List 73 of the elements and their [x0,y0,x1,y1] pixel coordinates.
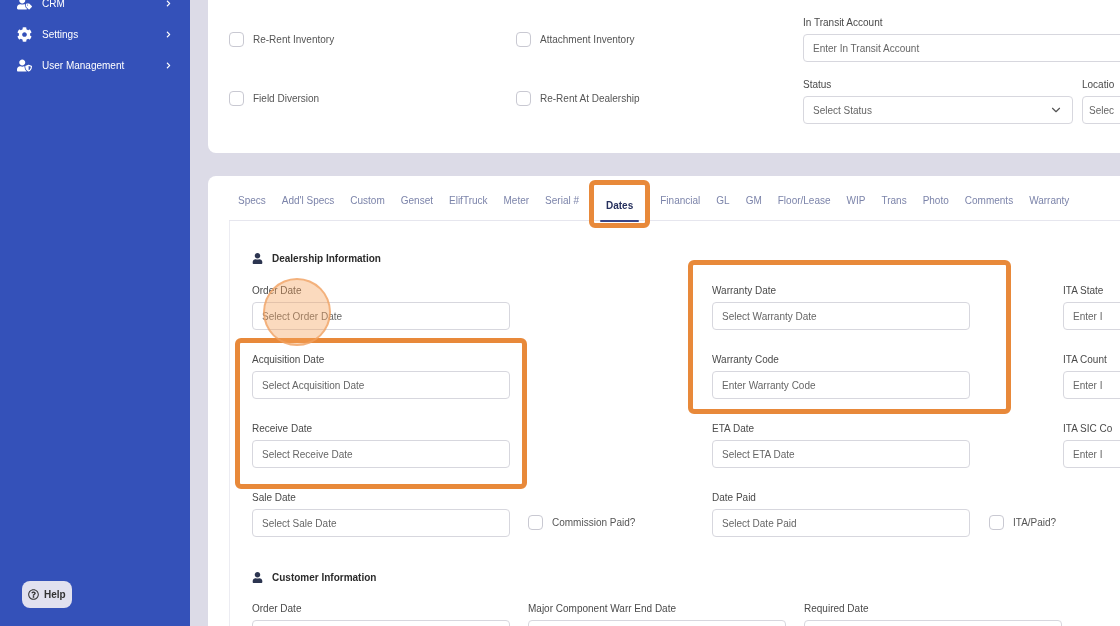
tab[interactable]: Photo [914,180,957,220]
checkbox-label: Attachment Inventory [540,33,635,47]
checkbox[interactable] [229,90,244,106]
input-field[interactable]: Select Date Paid [712,509,970,537]
chevron-right-icon [165,0,172,7]
input-field[interactable]: Enter I [1063,371,1120,399]
input-field[interactable]: Select ETA Date [712,440,970,468]
field-label: Acquisition Date [252,353,326,367]
field-label: ETA Date [712,422,756,436]
checkbox-label: Commission Paid? [552,516,636,530]
input-field[interactable]: Selec [1082,96,1120,124]
sidebar-item-icon [17,26,32,42]
field-label: Warranty Date [712,284,778,298]
sidebar-item[interactable]: User Management [0,56,190,74]
checkbox[interactable] [516,90,531,106]
section-title: Customer Information [272,570,377,585]
tab[interactable]: Trans [873,180,915,220]
checkbox-label: Field Diversion [253,91,320,106]
sidebar-item[interactable]: CRM [0,0,190,12]
field-label: Warranty Code [712,353,780,367]
input-field[interactable]: Enter I [1063,302,1120,330]
tab[interactable]: GL [708,180,738,220]
checkbox[interactable] [989,515,1004,530]
checkbox-label: Re-Rent Inventory [253,33,335,47]
help-button[interactable]: Help [22,581,72,608]
checkbox[interactable] [528,515,543,530]
select-field[interactable]: Select Status [803,96,1073,124]
tab[interactable]: WIP [838,180,874,220]
checkbox[interactable] [516,32,531,47]
field-label: Receive Date [252,422,314,436]
checkbox-label: ITA/Paid? [1013,516,1057,530]
tab[interactable]: Genset [392,180,441,220]
tab[interactable]: ElifTruck [441,180,496,220]
tab[interactable]: Warranty [1021,180,1078,220]
chevron-right-icon [165,61,172,69]
sidebar-item-icon [17,0,32,11]
input-field[interactable]: Select Receive Date [252,440,510,468]
field-label: Date Paid [712,491,757,505]
person-icon [252,252,263,264]
chevron-right-icon [165,30,172,38]
tab[interactable]: Add'l Specs [273,180,343,220]
field-label: Major Component Warr End Date [528,602,678,616]
tab[interactable]: GM [737,180,770,220]
field-label: ITA Count [1063,353,1108,367]
sidebar-item[interactable]: Settings [0,25,190,43]
field-label: Locatio [1082,78,1116,92]
sidebar-item-icon [17,57,32,73]
section-title: Dealership Information [272,251,381,266]
input-field[interactable]: Enter Warranty Code [712,371,970,399]
field-label: In Transit Account [803,16,884,30]
input-field[interactable]: Enter I [1063,440,1120,468]
tab[interactable]: Custom [342,180,393,220]
field-label: Status [803,78,833,92]
field-label: ITA State [1063,284,1105,298]
field-label: Sale Date [252,491,297,505]
tab[interactable]: Floor/Lease [769,180,839,220]
checkbox-label: Re-Rent At Dealership [540,91,640,106]
tab[interactable]: Dates [598,185,642,225]
field-label: Required Date [804,602,870,616]
field-label: ITA SIC Co [1063,422,1114,436]
checkbox[interactable] [229,32,244,47]
tab[interactable]: Specs [230,180,274,220]
input-field[interactable]: Select Acquisition Date [252,371,510,399]
field-label: Order Date [252,602,303,616]
tab[interactable]: Serial # [537,180,587,220]
person-icon [252,571,263,583]
help-icon [28,589,39,600]
tab[interactable]: Meter [495,180,538,220]
tab[interactable]: Financial [652,180,709,220]
tab[interactable]: Comments [956,180,1022,220]
input-field[interactable]: Select Warranty Date [712,302,970,330]
input-field[interactable]: Enter In Transit Account [803,34,1120,62]
input-field[interactable]: Select Sale Date [252,509,510,537]
